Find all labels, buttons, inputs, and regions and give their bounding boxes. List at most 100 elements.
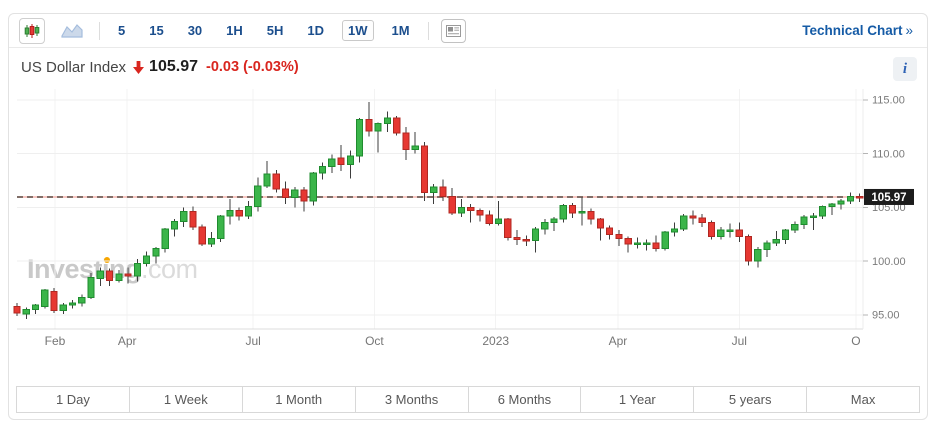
candle: [505, 218, 511, 241]
price-chart-svg[interactable]: 115.00110.00105.00100.0095.00FebAprJulOc…: [9, 86, 927, 356]
line-type-button[interactable]: [57, 18, 87, 44]
candle: [60, 303, 66, 314]
candle: [634, 238, 640, 249]
candle: [134, 259, 140, 282]
toolbar-divider: [428, 22, 429, 40]
range-button-1-year[interactable]: 1 Year: [581, 387, 694, 412]
news-panel-button[interactable]: [441, 19, 466, 43]
candle: [681, 214, 687, 231]
range-button-1-day[interactable]: 1 Day: [17, 387, 130, 412]
x-tick-label: Feb: [45, 334, 66, 348]
candle: [421, 142, 427, 201]
info-button[interactable]: i: [893, 57, 917, 81]
candle: [338, 145, 344, 171]
price-badge: 105.97: [864, 189, 914, 205]
candle: [671, 222, 677, 236]
candlestick-chart-icon: [24, 23, 40, 39]
candle: [847, 192, 853, 204]
candle: [412, 132, 418, 154]
timeframe-1h[interactable]: 1H: [220, 20, 249, 41]
instrument-header: US Dollar Index 105.97 -0.03 (-0.03%) i: [9, 48, 927, 86]
range-button-1-month[interactable]: 1 Month: [243, 387, 356, 412]
news-panel-icon: [446, 25, 461, 37]
candle: [616, 230, 622, 246]
y-tick-label: 115.00: [872, 95, 905, 107]
candle: [514, 230, 520, 245]
candlestick-type-button[interactable]: [19, 18, 45, 44]
toolbar-divider: [99, 22, 100, 40]
chart-area: Investing.com 115.00110.00105.00100.0095…: [9, 86, 927, 356]
timeframe-1m[interactable]: 1M: [386, 20, 416, 41]
candle: [727, 224, 733, 238]
candle: [208, 232, 214, 247]
candle: [375, 122, 381, 152]
x-tick-label: Apr: [609, 334, 628, 348]
timeframe-30[interactable]: 30: [182, 20, 208, 41]
candle: [107, 269, 113, 286]
y-tick-label: 100.00: [872, 256, 906, 268]
candle: [329, 155, 335, 173]
timeframe-1d[interactable]: 1D: [301, 20, 330, 41]
candle: [718, 227, 724, 240]
candle: [79, 294, 85, 306]
candle: [857, 193, 863, 202]
candle: [560, 204, 566, 222]
candle: [97, 268, 103, 286]
candle: [236, 207, 242, 220]
timeframe-row: 5 15 30 1H 5H 1D 1W 1M: [112, 20, 416, 41]
candle: [736, 222, 742, 241]
candle: [347, 150, 353, 178]
candle: [495, 201, 501, 226]
candle: [245, 201, 251, 219]
candle: [366, 102, 372, 136]
technical-chart-link[interactable]: Technical Chart»: [802, 23, 913, 38]
candle: [458, 199, 464, 217]
candle: [653, 235, 659, 251]
candle: [301, 187, 307, 212]
candle: [42, 289, 48, 308]
timeframe-1w[interactable]: 1W: [342, 20, 374, 41]
range-button-5-years[interactable]: 5 years: [694, 387, 807, 412]
candle: [273, 170, 279, 193]
timeframe-5h[interactable]: 5H: [261, 20, 290, 41]
y-tick-label: 95.00: [872, 310, 900, 322]
range-button-6-months[interactable]: 6 Months: [469, 387, 582, 412]
x-tick-label: Jul: [245, 334, 260, 348]
candle: [264, 161, 270, 188]
candle: [792, 221, 798, 233]
candle: [125, 268, 131, 284]
candle: [255, 177, 261, 211]
instrument-title: US Dollar Index: [21, 59, 126, 76]
candle: [69, 300, 75, 309]
line-chart-icon: [61, 23, 83, 38]
candle: [820, 205, 826, 219]
candle: [699, 214, 705, 227]
price-down-arrow-icon: [133, 61, 144, 74]
candle: [477, 208, 483, 221]
candle: [181, 207, 187, 226]
candle: [171, 219, 177, 236]
range-button-1-week[interactable]: 1 Week: [130, 387, 243, 412]
chevron-right-icon: »: [905, 23, 913, 38]
candles: [14, 102, 863, 319]
candle: [801, 215, 807, 229]
x-tick-label: 2023: [482, 334, 509, 348]
price-badge-label: 105.97: [871, 192, 906, 204]
candle: [551, 217, 557, 231]
range-button-max[interactable]: Max: [807, 387, 919, 412]
candle: [51, 288, 57, 313]
range-button-3-months[interactable]: 3 Months: [356, 387, 469, 412]
candle: [384, 112, 390, 132]
x-tick-label: Oct: [365, 334, 384, 348]
timeframe-5[interactable]: 5: [112, 20, 131, 41]
candle: [708, 220, 714, 239]
candle: [144, 251, 150, 266]
timeframe-15[interactable]: 15: [143, 20, 169, 41]
y-axis-labels: 115.00110.00105.00100.0095.00: [863, 95, 906, 322]
candle: [116, 270, 122, 283]
candle: [662, 231, 668, 250]
candle: [607, 226, 613, 240]
x-tick-label: O: [851, 334, 860, 348]
candle: [625, 236, 631, 252]
candle: [579, 198, 585, 226]
